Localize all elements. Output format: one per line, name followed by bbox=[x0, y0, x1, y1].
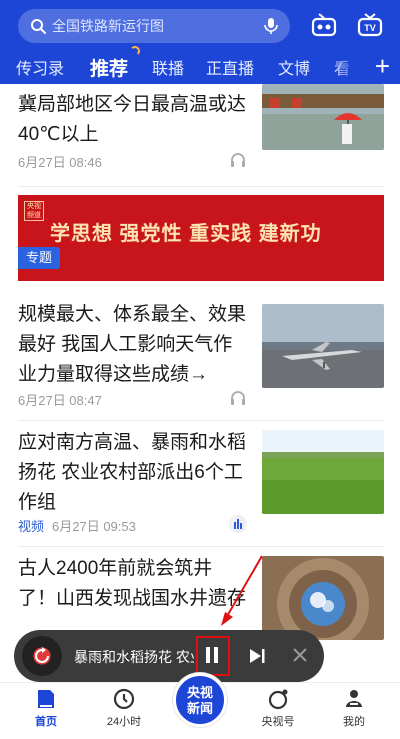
news-thumbnail bbox=[262, 430, 384, 514]
radio-icon[interactable] bbox=[310, 12, 338, 38]
channel-tabs: 传习录 推荐 联播 正直播 文博 看 + bbox=[0, 45, 400, 84]
news-title: 应对南方高温、暴雨和水稻扬花 农业农村部派出6个工作组 bbox=[18, 432, 247, 513]
news-thumbnail bbox=[262, 84, 384, 150]
divider bbox=[18, 546, 384, 547]
divider bbox=[18, 420, 384, 421]
tab-fade bbox=[332, 50, 362, 84]
channel-icon bbox=[266, 687, 290, 711]
album-disc bbox=[22, 636, 62, 676]
search-icon bbox=[30, 18, 46, 34]
banner-logo: 央视频道 bbox=[24, 201, 44, 221]
microphone-icon[interactable] bbox=[264, 17, 278, 35]
search-placeholder: 全国铁路新运行图 bbox=[52, 18, 164, 34]
headphones-icon[interactable] bbox=[228, 150, 248, 170]
replay-icon bbox=[32, 646, 52, 666]
clock-icon bbox=[112, 687, 136, 711]
news-feed[interactable]: 冀局部地区今日最高温或达40℃以上 6月27日 08:46 央视频道 学思想 强… bbox=[0, 84, 400, 680]
tab-recommend[interactable]: 推荐 bbox=[82, 45, 141, 81]
close-icon[interactable] bbox=[292, 647, 308, 663]
svg-text:TV: TV bbox=[364, 23, 376, 33]
nav-yangshihao[interactable]: 央视号 bbox=[238, 683, 318, 739]
news-title: 古人2400年前就会筑井了！山西发现战国水井遗存 bbox=[18, 558, 247, 609]
cctv-news-line1: 央视 bbox=[186, 685, 213, 700]
nav-mine-label: 我的 bbox=[343, 716, 365, 728]
news-date: 6月27日 08:46 bbox=[18, 155, 102, 170]
user-icon bbox=[342, 687, 366, 711]
mini-player[interactable]: 暴雨和水稻扬花 农业 bbox=[14, 630, 324, 682]
news-meta: 视频 6月27日 09:53 bbox=[18, 516, 136, 535]
tab-live[interactable]: 正直播 bbox=[198, 55, 262, 79]
divider bbox=[18, 186, 384, 187]
home-icon bbox=[34, 687, 58, 711]
news-thumbnail bbox=[262, 304, 384, 388]
nav-24h-label: 24小时 bbox=[106, 716, 142, 728]
nav-24h[interactable]: 24小时 bbox=[84, 683, 164, 739]
tab-chuanxilu[interactable]: 传习录 bbox=[8, 55, 72, 79]
news-date: 6月27日 08:47 bbox=[18, 393, 102, 408]
refresh-indicator-icon bbox=[130, 45, 141, 56]
headphones-icon[interactable] bbox=[228, 388, 248, 408]
nav-yangshihao-label: 央视号 bbox=[261, 716, 295, 728]
next-icon[interactable] bbox=[248, 647, 266, 665]
tv-icon[interactable]: TV bbox=[356, 12, 384, 38]
topic-badge: 专题 bbox=[18, 247, 61, 269]
topic-banner[interactable]: 央视频道 学思想 强党性 重实践 建新功 专题 bbox=[18, 195, 384, 281]
cctv-news-line2: 新闻 bbox=[186, 701, 213, 716]
tab-lianbo[interactable]: 联播 bbox=[144, 55, 192, 79]
add-channel-icon[interactable]: + bbox=[375, 51, 390, 81]
search-box[interactable]: 全国铁路新运行图 bbox=[18, 9, 290, 43]
bottom-nav: 首页 24小时 央视 新闻 央视号 我的 bbox=[0, 673, 400, 739]
player-title: 暴雨和水稻扬花 农业 bbox=[74, 649, 194, 665]
top-bar: 全国铁路新运行图 TV 传习录 推荐 联播 正直播 文博 看 + bbox=[0, 0, 400, 84]
banner-slogan: 学思想 强党性 重实践 建新功 bbox=[50, 223, 322, 245]
nav-home[interactable]: 首页 bbox=[6, 683, 86, 739]
tab-wenbo[interactable]: 文博 bbox=[270, 55, 318, 79]
nav-home-label: 首页 bbox=[35, 716, 57, 728]
nav-mine[interactable]: 我的 bbox=[314, 683, 394, 739]
news-date: 6月27日 09:53 bbox=[52, 519, 136, 534]
news-title: 冀局部地区今日最高温或达40℃以上 bbox=[18, 94, 247, 145]
tab-recommend-label: 推荐 bbox=[90, 58, 129, 80]
video-tag: 视频 bbox=[18, 519, 45, 534]
pause-icon[interactable] bbox=[206, 647, 218, 663]
audio-wave-icon[interactable] bbox=[228, 514, 248, 534]
news-title: 规模最大、体系最全、效果最好 我国人工影响天气作业力量取得这些成绩→ bbox=[18, 304, 247, 385]
news-thumbnail bbox=[262, 556, 384, 640]
cctv-news-button[interactable]: 央视 新闻 bbox=[173, 673, 227, 727]
